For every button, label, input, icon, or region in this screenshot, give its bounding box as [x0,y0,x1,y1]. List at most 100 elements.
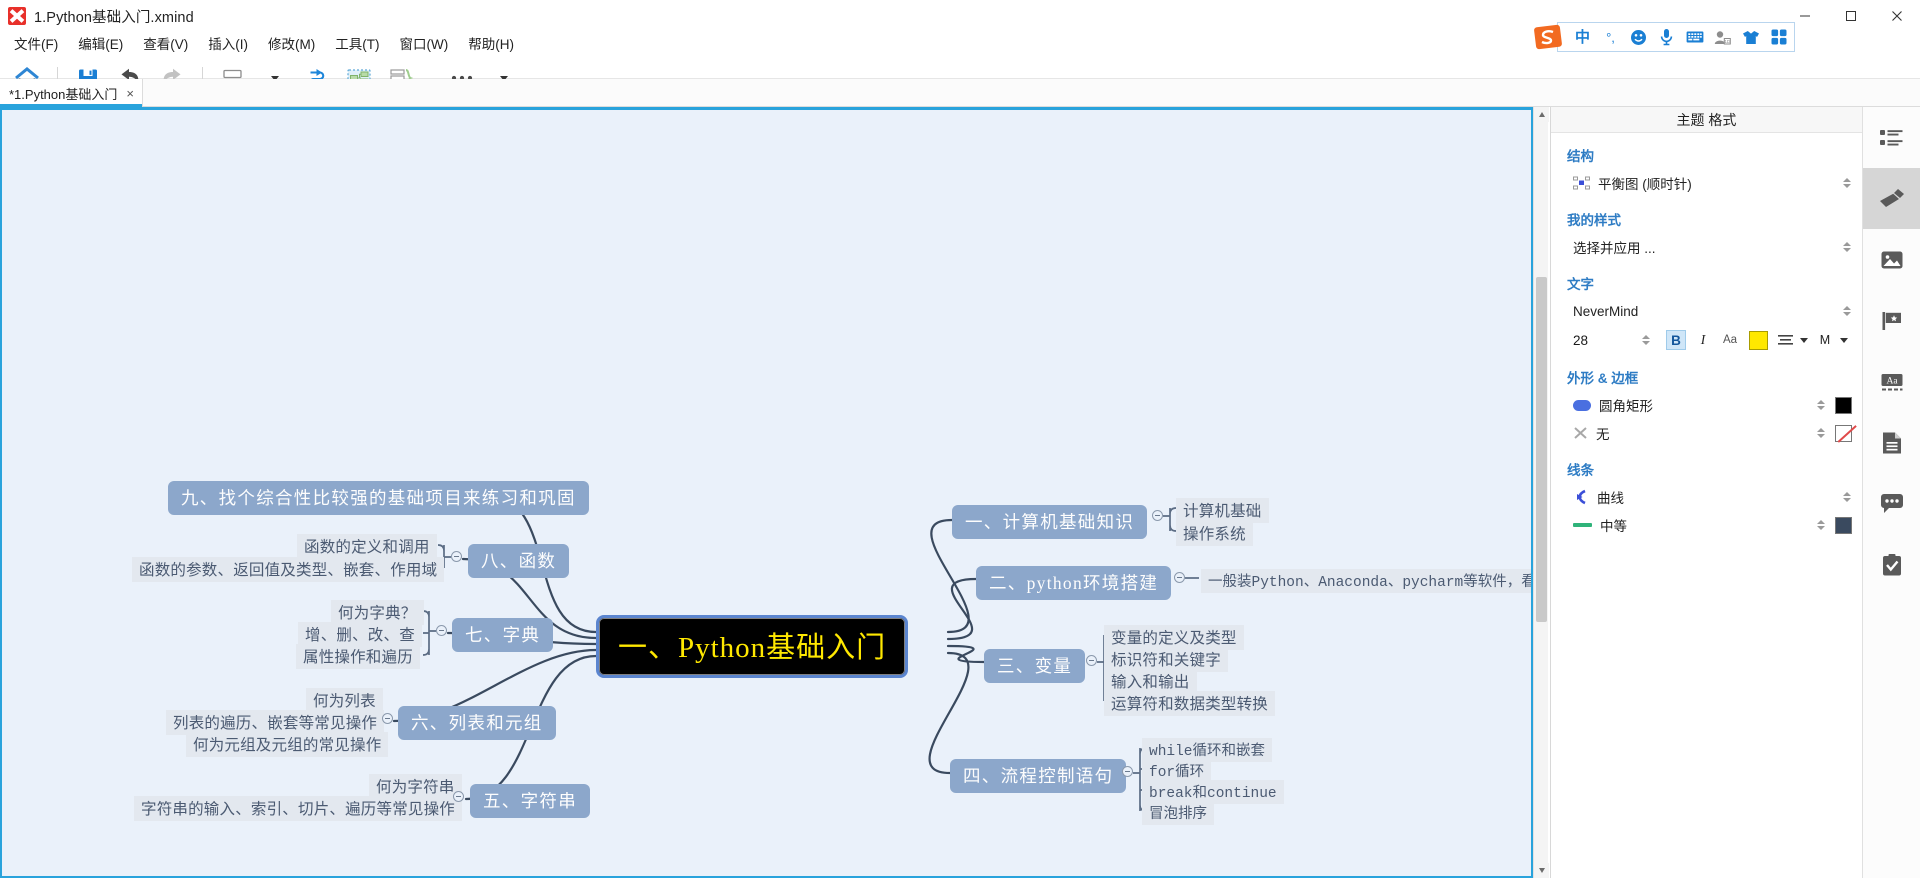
collapse-toggle-right-3[interactable] [1086,655,1097,666]
close-button[interactable] [1874,0,1920,32]
menu-window[interactable]: 窗口(W) [390,31,459,55]
ime-emoji-icon[interactable] [1628,27,1649,48]
canvas-vertical-scrollbar[interactable] [1533,107,1548,878]
sub-topic-left-7-3[interactable]: 属性操作和遍历 [296,644,420,669]
collapse-toggle-right-4[interactable] [1122,766,1133,777]
mindmap-canvas[interactable]: 一、Python基础入门 一、计算机基础知识 计算机基础 操作系统 二、pyth… [0,107,1533,878]
central-topic[interactable]: 一、Python基础入门 [596,615,908,678]
shape-fill-swatch[interactable] [1835,397,1852,414]
ime-skin-icon[interactable] [1740,27,1761,48]
shape-spinner[interactable] [1816,400,1826,410]
structure-value: 平衡图 (顺时针) [1598,173,1692,193]
main-topic-left-7[interactable]: 七、字典 [452,618,553,652]
font-family-spinner[interactable] [1842,306,1852,316]
scroll-down-arrow-icon[interactable] [1534,863,1549,878]
scroll-up-arrow-icon[interactable] [1534,107,1549,122]
line-color-swatch[interactable] [1835,517,1852,534]
line-width-spinner[interactable] [1816,520,1826,530]
tab-sheet-1[interactable]: *1.Python基础入门 × [0,79,143,107]
line-style-spinner[interactable] [1842,492,1852,502]
sub-topic-right-4-4[interactable]: 冒泡排序 [1142,801,1214,825]
collapse-toggle-right-2[interactable] [1174,572,1185,583]
main-topic-left-9[interactable]: 九、找个综合性比较强的基础项目来练习和巩固 [168,481,589,515]
font-size-value[interactable]: 28 [1573,333,1637,348]
main-topic-right-2[interactable]: 二、python环境搭建 [976,566,1171,600]
structure-spinner[interactable] [1842,178,1852,188]
main-topic-right-3[interactable]: 三、变量 [984,649,1085,683]
sogou-ime-logo-icon[interactable] [1531,22,1565,52]
sogou-ime-tray: 中 °, [1531,20,1795,54]
mystyle-row[interactable]: 选择并应用 ... [1551,233,1862,261]
main-topic-left-8[interactable]: 八、函数 [468,544,569,578]
menu-view[interactable]: 查看(V) [133,31,198,55]
sub-topic-left-8-2[interactable]: 函数的参数、返回值及类型、嵌套、作用域 [132,557,444,582]
collapse-toggle-left-6[interactable] [382,713,393,724]
main-topic-left-6[interactable]: 六、列表和元组 [398,706,556,740]
outline-panel-icon[interactable] [1863,107,1920,168]
marker-flag-panel-icon[interactable] [1863,290,1920,351]
comment-panel-icon[interactable] [1863,473,1920,534]
section-label-line: 线条 [1551,447,1862,483]
ime-status-bar: 中 °, [1557,22,1795,52]
menu-bar: 文件(F) 编辑(E) 查看(V) 插入(I) 修改(M) 工具(T) 窗口(W… [4,32,524,54]
section-label-shape-border: 外形 & 边框 [1551,355,1862,391]
line-width-row[interactable]: 中等 [1551,511,1862,539]
main-topic-right-1[interactable]: 一、计算机基础知识 [952,505,1147,539]
border-row[interactable]: 无 [1551,419,1862,447]
notes-panel-icon[interactable] [1863,412,1920,473]
menu-modify[interactable]: 修改(M) [258,31,325,55]
format-panel: 主题 格式 结构 平衡图 (顺时针) 我的样式 [1550,107,1862,878]
main-topic-right-4[interactable]: 四、流程控制语句 [950,759,1126,793]
text-align-icon[interactable] [1775,330,1795,350]
menu-help[interactable]: 帮助(H) [458,31,524,55]
ime-punctuation-icon[interactable]: °, [1600,27,1621,48]
maximize-button[interactable] [1828,0,1874,32]
ime-soft-keyboard-icon[interactable] [1684,27,1705,48]
line-style-row[interactable]: 曲线 [1551,483,1862,511]
menu-insert[interactable]: 插入(I) [198,31,258,55]
image-panel-icon[interactable] [1863,229,1920,290]
menu-tools[interactable]: 工具(T) [325,31,389,55]
sub-topic-right-1-2[interactable]: 操作系统 [1176,521,1253,546]
sub-topic-left-6-3[interactable]: 何为元组及元组的常见操作 [186,732,388,757]
sub-topic-right-2-1[interactable]: 一般装Python、Anaconda、pycharm等软件，看 [1201,569,1533,593]
font-family-row[interactable]: NeverMind [1551,297,1862,325]
menu-file[interactable]: 文件(F) [4,31,68,55]
font-size-spinner[interactable] [1641,335,1651,345]
border-spinner[interactable] [1816,428,1826,438]
format-brush-panel-icon[interactable] [1863,168,1920,229]
align-dropdown-caret[interactable] [1800,338,1808,343]
sub-topic-right-3-4[interactable]: 运算符和数据类型转换 [1104,691,1275,716]
collapse-toggle-left-5[interactable] [453,791,464,802]
close-icon[interactable]: × [126,87,134,100]
svg-text:Aa: Aa [1886,376,1898,386]
label-text-panel-icon[interactable]: Aa [1863,351,1920,412]
menu-edit[interactable]: 编辑(E) [68,31,133,55]
collapse-toggle-left-8[interactable] [451,551,462,562]
main-topic-left-5[interactable]: 五、字符串 [470,784,590,818]
section-label-text: 文字 [1551,261,1862,297]
collapse-toggle-right-1[interactable] [1152,510,1163,521]
border-color-swatch[interactable] [1835,425,1852,442]
mystyle-spinner[interactable] [1842,242,1852,252]
margin-button[interactable]: M [1815,330,1835,350]
ime-user-icon[interactable]: 1D [1712,27,1733,48]
ime-voice-input-icon[interactable] [1656,27,1677,48]
panel-title: 主题 格式 [1551,107,1862,133]
sub-topic-left-8-1[interactable]: 函数的定义和调用 [297,534,437,559]
text-color-swatch[interactable] [1749,331,1768,350]
ime-toolbox-icon[interactable] [1768,27,1789,48]
structure-row[interactable]: 平衡图 (顺时针) [1551,169,1862,197]
sub-topic-right-1-1[interactable]: 计算机基础 [1176,498,1269,523]
structure-balanced-map-icon [1573,176,1590,190]
bold-button[interactable]: B [1666,330,1686,350]
shape-row[interactable]: 圆角矩形 [1551,391,1862,419]
ime-chinese-mode-icon[interactable]: 中 [1572,27,1593,48]
margin-dropdown-caret[interactable] [1840,338,1848,343]
task-info-panel-icon[interactable] [1863,534,1920,595]
text-case-button[interactable]: Aa [1720,330,1740,350]
italic-button[interactable]: I [1693,330,1713,350]
sub-topic-left-5-2[interactable]: 字符串的输入、索引、切片、遍历等常见操作 [134,796,462,821]
scrollbar-thumb[interactable] [1536,277,1547,622]
collapse-toggle-left-7[interactable] [436,625,447,636]
